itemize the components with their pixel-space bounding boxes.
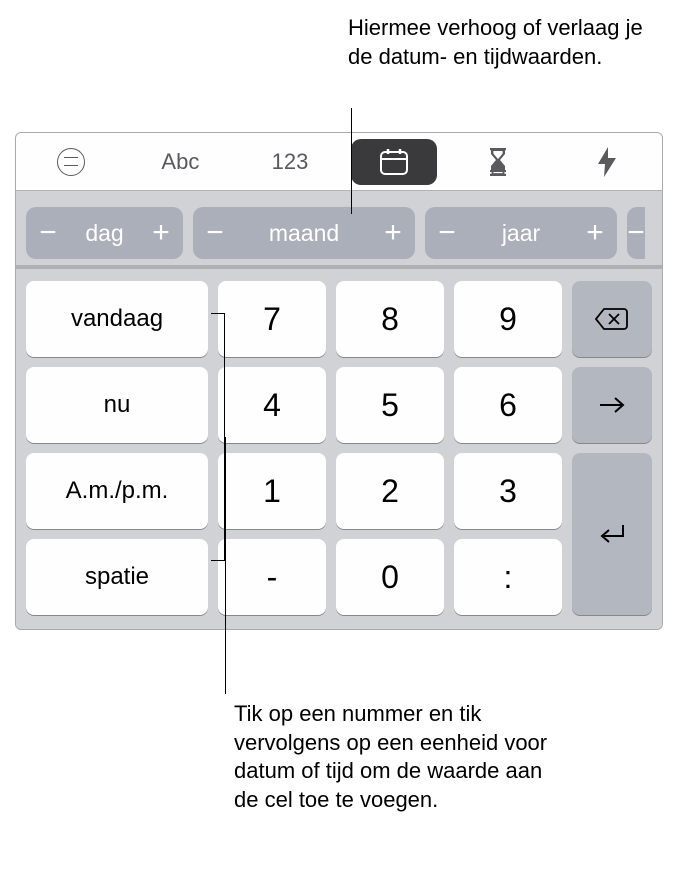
return-key[interactable] — [572, 453, 652, 615]
day-increment-button[interactable]: + — [143, 216, 183, 250]
key-dash[interactable]: - — [218, 539, 326, 615]
date-unit-row: − dag + − maand + − jaar + − — [16, 191, 662, 269]
key-5[interactable]: 5 — [336, 367, 444, 443]
day-unit-label[interactable]: dag — [66, 220, 143, 247]
numeric-mode-button[interactable]: 123 — [235, 133, 345, 190]
callout-line-top — [351, 108, 352, 214]
more-units-chip[interactable]: − — [627, 207, 645, 259]
preset-column: vandaag nu A.m./p.m. spatie — [26, 281, 208, 615]
return-icon — [598, 523, 626, 545]
key-colon[interactable]: : — [454, 539, 562, 615]
month-decrement-button[interactable]: − — [193, 216, 233, 250]
ampm-key[interactable]: A.m./p.m. — [26, 453, 208, 529]
key-7[interactable]: 7 — [218, 281, 326, 357]
next-key[interactable] — [572, 367, 652, 443]
abc-mode-button[interactable]: Abc — [126, 133, 236, 190]
key-4[interactable]: 4 — [218, 367, 326, 443]
day-decrement-button[interactable]: − — [26, 216, 66, 250]
year-increment-button[interactable]: + — [577, 216, 617, 250]
year-decrement-button[interactable]: − — [425, 216, 465, 250]
key-9[interactable]: 9 — [454, 281, 562, 357]
date-mode-button[interactable] — [351, 139, 437, 185]
backspace-key[interactable] — [572, 281, 652, 357]
day-unit-chip: − dag + — [26, 207, 183, 259]
callout-line-bottom — [225, 437, 226, 694]
keypad-area: vandaag nu A.m./p.m. spatie 7 8 9 4 5 6 … — [16, 269, 662, 629]
year-unit-chip: − jaar + — [425, 207, 617, 259]
date-time-keyboard: Abc 123 − — [15, 132, 663, 630]
numeric-keypad: 7 8 9 4 5 6 1 2 3 - 0 : — [218, 281, 562, 615]
month-unit-chip: − maand + — [193, 207, 415, 259]
calendar-icon — [379, 148, 409, 176]
bracket-presets — [211, 313, 225, 561]
now-key[interactable]: nu — [26, 367, 208, 443]
key-2[interactable]: 2 — [336, 453, 444, 529]
formula-mode-button[interactable] — [16, 133, 126, 190]
callout-date-adjust: Hiermee verhoog of verlaag je de datum- … — [348, 14, 648, 71]
key-6[interactable]: 6 — [454, 367, 562, 443]
arrow-right-icon — [598, 395, 626, 415]
quick-mode-button[interactable] — [552, 133, 662, 190]
bolt-icon — [596, 147, 618, 177]
key-0[interactable]: 0 — [336, 539, 444, 615]
key-8[interactable]: 8 — [336, 281, 444, 357]
equals-circle-icon — [57, 148, 85, 176]
today-key[interactable]: vandaag — [26, 281, 208, 357]
backspace-icon — [595, 307, 629, 331]
month-unit-label[interactable]: maand — [233, 220, 375, 247]
function-column — [572, 281, 652, 615]
space-key[interactable]: spatie — [26, 539, 208, 615]
keyboard-toolbar: Abc 123 — [16, 133, 662, 191]
duration-mode-button[interactable] — [443, 133, 553, 190]
month-increment-button[interactable]: + — [375, 216, 415, 250]
key-3[interactable]: 3 — [454, 453, 562, 529]
year-unit-label[interactable]: jaar — [465, 220, 577, 247]
hourglass-icon — [488, 148, 508, 176]
key-1[interactable]: 1 — [218, 453, 326, 529]
callout-number-unit: Tik op een nummer en tik vervolgens op e… — [234, 700, 554, 814]
more-units-minus: − — [627, 216, 645, 250]
